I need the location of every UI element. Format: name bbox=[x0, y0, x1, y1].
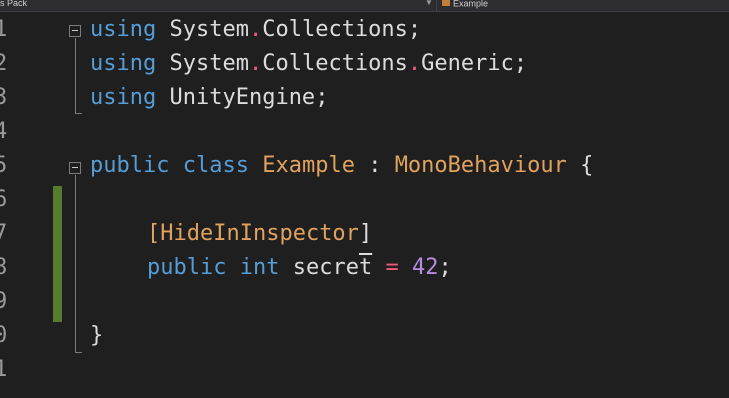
base-class-name: MonoBehaviour bbox=[394, 153, 567, 178]
namespace: UnityEngine bbox=[169, 85, 316, 110]
keyword: class bbox=[182, 153, 249, 178]
code-line-5: public class Example : MonoBehaviour { bbox=[90, 149, 593, 183]
semicolon: ; bbox=[407, 17, 422, 42]
attribute-bracket: ] bbox=[358, 221, 373, 246]
project-dropdown[interactable]: s Pack bbox=[0, 0, 27, 8]
fold-guide-end bbox=[75, 113, 82, 114]
fold-collapse-icon[interactable] bbox=[69, 162, 81, 174]
editor-navigation-bar: s Pack ▼ Example bbox=[0, 0, 729, 12]
semicolon: ; bbox=[315, 85, 329, 110]
colon: : bbox=[368, 153, 382, 178]
semicolon: ; bbox=[513, 51, 528, 76]
keyword: using bbox=[90, 51, 157, 76]
code-line-10: } bbox=[90, 319, 103, 353]
keyword: int bbox=[239, 255, 280, 280]
semicolon: ; bbox=[438, 255, 452, 280]
namespace: System bbox=[169, 51, 249, 76]
operator: = bbox=[385, 255, 399, 280]
line-number: 6 bbox=[0, 187, 8, 212]
line-number: 4 bbox=[0, 119, 8, 144]
namespace: Collections bbox=[262, 51, 408, 76]
chevron-down-icon[interactable]: ▼ bbox=[425, 0, 433, 7]
attribute-name: HideInInspector bbox=[160, 221, 359, 246]
close-brace: } bbox=[90, 323, 104, 348]
line-number: 8 bbox=[0, 255, 8, 280]
keyword: using bbox=[90, 85, 157, 110]
changed-lines-indicator bbox=[53, 186, 62, 322]
code-line-8: public int secret = 42; bbox=[147, 251, 452, 285]
operator: . bbox=[248, 17, 263, 42]
code-editor[interactable]: 1 2 3 4 5 6 7 8 9 0 1 using System.Colle… bbox=[0, 12, 729, 398]
keyword: using bbox=[90, 17, 157, 42]
fold-guide-end bbox=[75, 352, 82, 353]
line-number: 7 bbox=[0, 221, 8, 246]
line-number: 2 bbox=[0, 51, 8, 76]
identifier: secre bbox=[292, 255, 359, 280]
class-dropdown[interactable]: Example bbox=[442, 0, 488, 9]
line-number: 3 bbox=[0, 85, 8, 110]
attribute-bracket: [ bbox=[147, 221, 161, 246]
line-number: 5 bbox=[0, 153, 8, 178]
class-dropdown-label: Example bbox=[453, 0, 489, 9]
open-brace: { bbox=[580, 153, 594, 178]
line-number: 1 bbox=[0, 17, 8, 42]
line-number: 9 bbox=[0, 289, 8, 314]
namespace: Generic bbox=[421, 51, 514, 76]
code-line-2: using System.Collections.Generic; bbox=[90, 47, 527, 81]
operator: . bbox=[248, 51, 263, 76]
code-line-1: using System.Collections; bbox=[90, 13, 421, 47]
toolbar-divider bbox=[436, 0, 437, 11]
number-literal: 42 bbox=[411, 255, 439, 280]
namespace: System bbox=[169, 17, 249, 42]
fold-guide-line bbox=[75, 38, 76, 114]
line-number: 1 bbox=[0, 357, 8, 382]
namespace: Collections bbox=[262, 17, 408, 42]
keyword: public bbox=[147, 255, 227, 280]
operator: . bbox=[407, 51, 422, 76]
fold-guide-line bbox=[75, 175, 76, 353]
code-line-3: using UnityEngine; bbox=[90, 81, 328, 115]
code-line-7: [HideInInspector] bbox=[147, 217, 372, 251]
line-number: 0 bbox=[0, 323, 8, 348]
class-name: Example bbox=[262, 153, 355, 178]
fold-collapse-icon[interactable] bbox=[69, 25, 81, 37]
class-icon bbox=[442, 0, 450, 7]
keyword: public bbox=[90, 153, 170, 178]
identifier-caret: t bbox=[358, 255, 373, 280]
